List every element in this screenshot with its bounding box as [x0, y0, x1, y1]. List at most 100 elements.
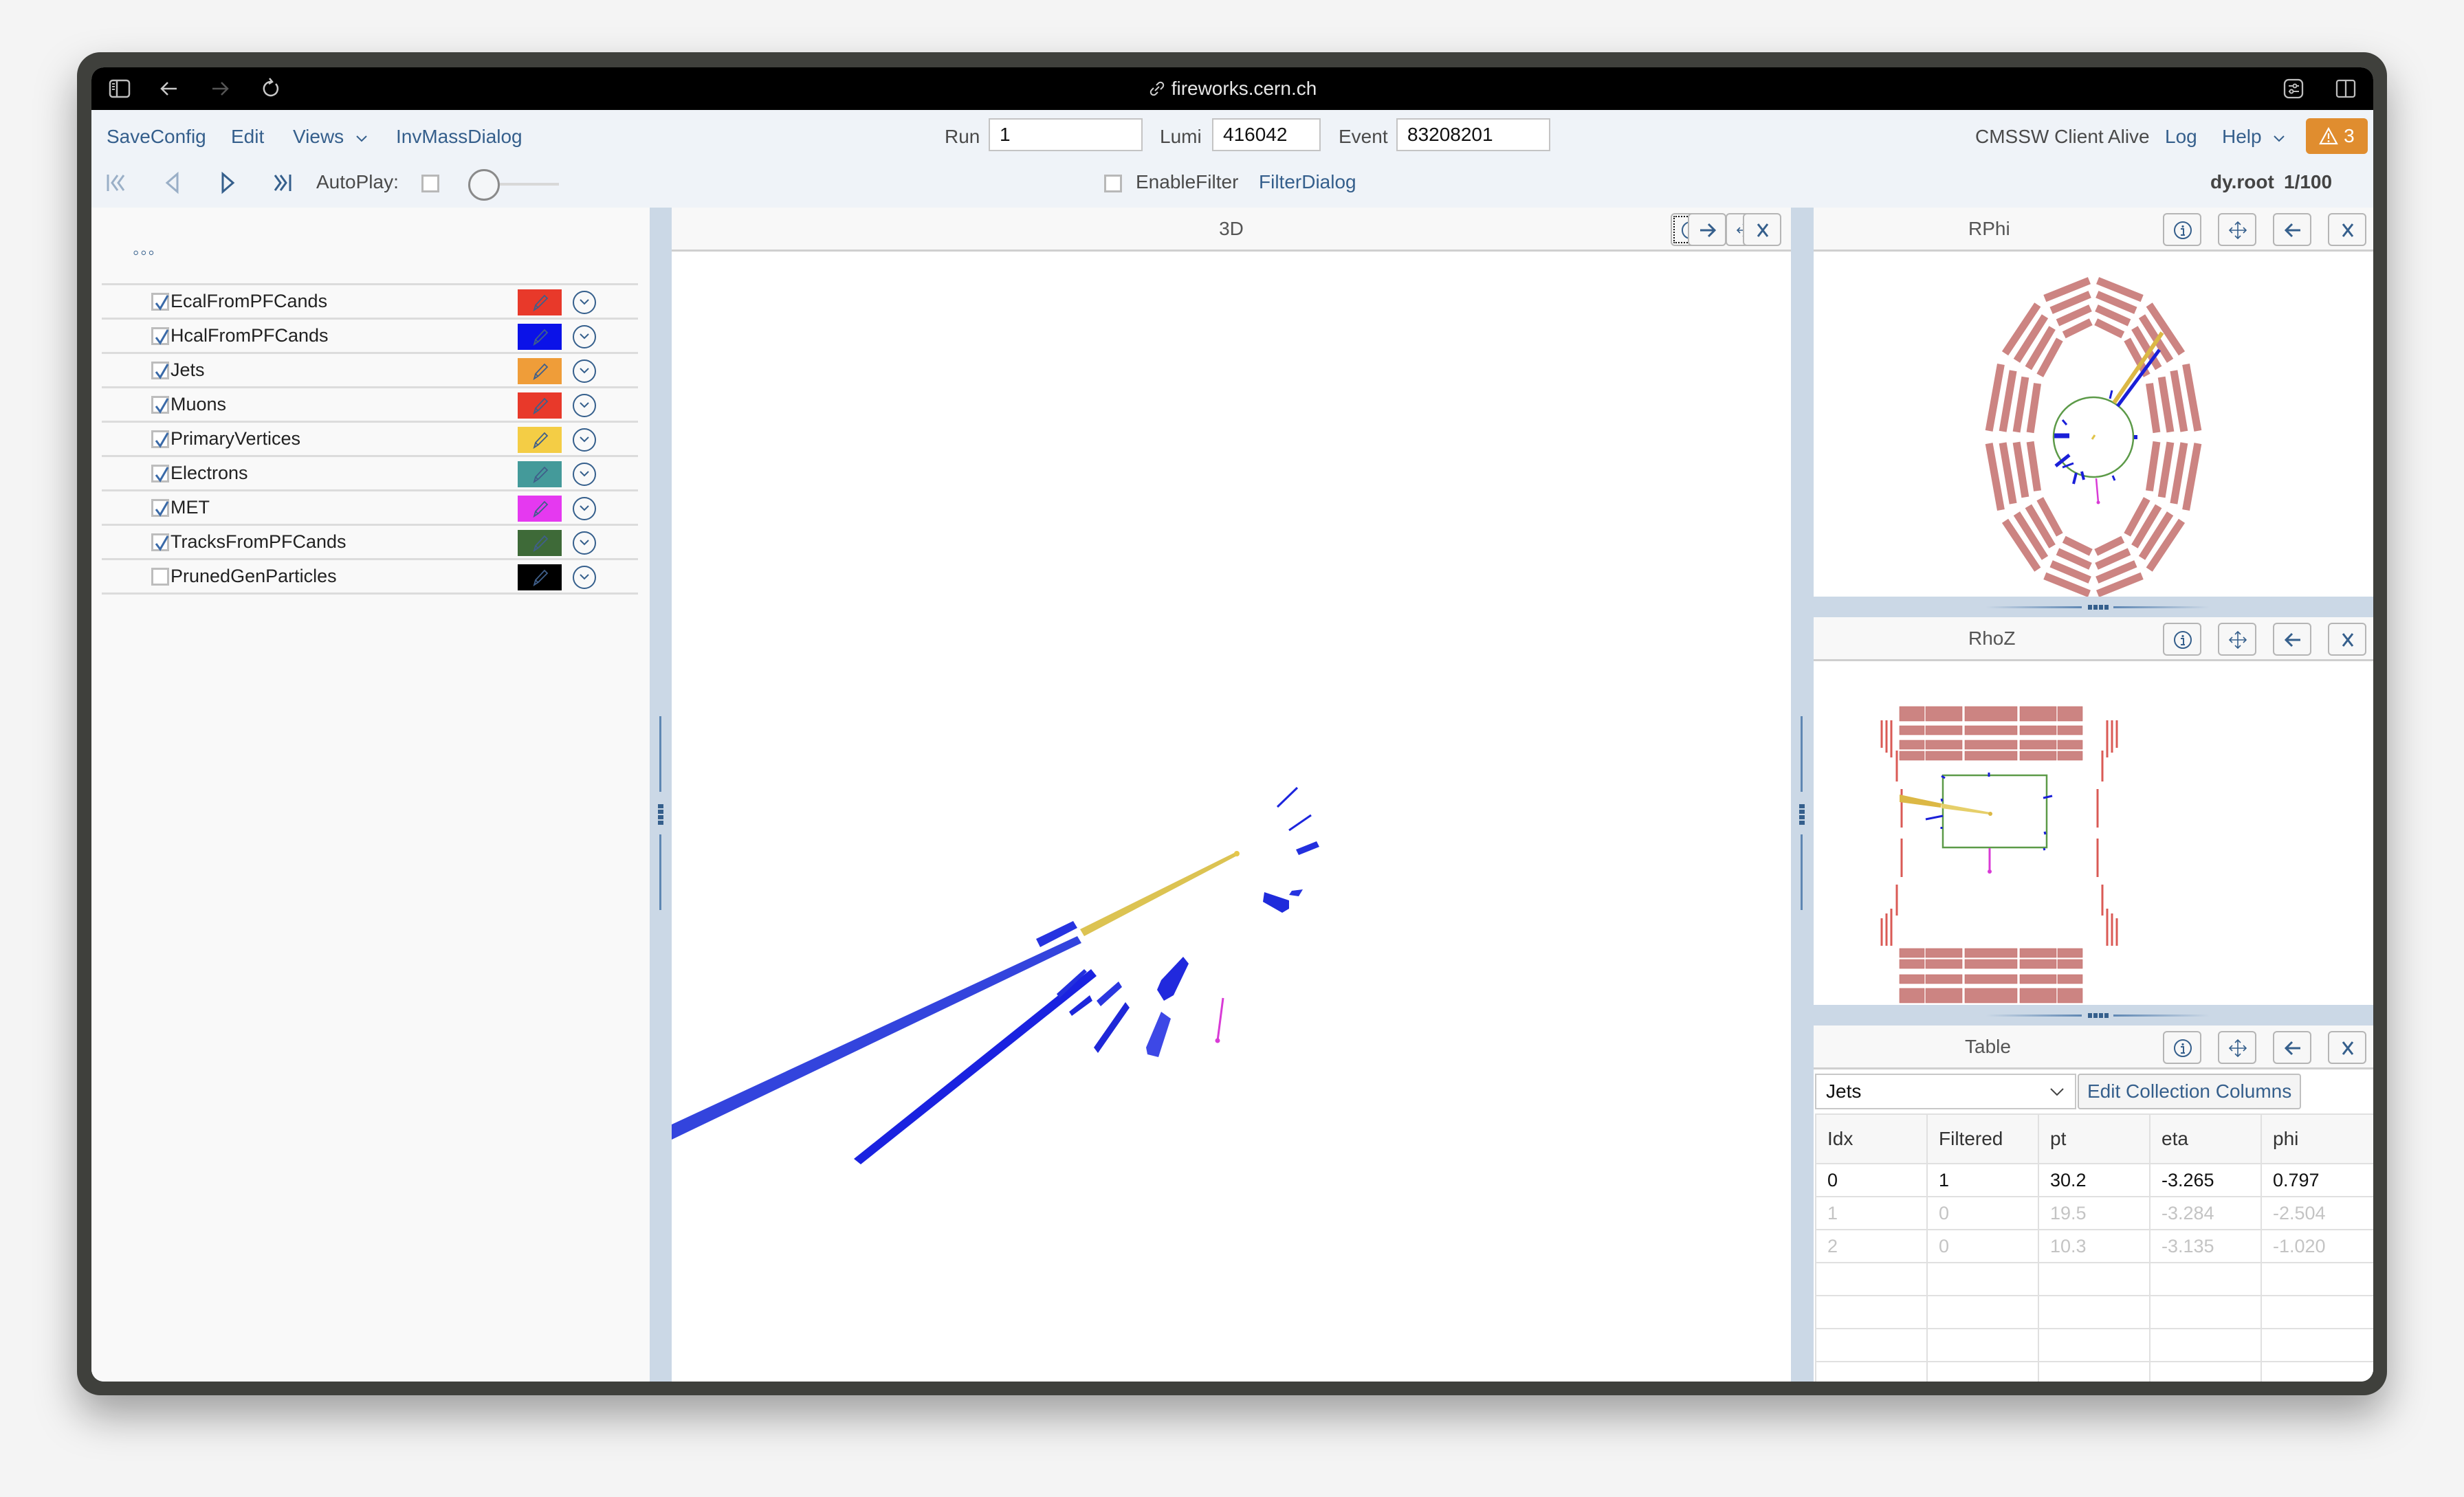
page-settings-icon[interactable]: [2282, 77, 2305, 100]
muon-chamber: [2026, 383, 2041, 434]
collection-name: Electrons: [170, 463, 248, 483]
next-event-button[interactable]: [215, 170, 240, 195]
collection-options-button[interactable]: [573, 531, 596, 555]
edit-collection-columns-button[interactable]: Edit Collection Columns: [2078, 1074, 2302, 1109]
rphi-rhoz-splitter[interactable]: [1814, 597, 2373, 617]
collection-color-button[interactable]: [518, 427, 562, 453]
client-status: CMSSW Client Alive: [1975, 126, 2150, 147]
collection-color-button[interactable]: [518, 358, 562, 384]
move-view-button[interactable]: [2218, 623, 2256, 656]
info-button[interactable]: [2163, 1031, 2201, 1064]
collection-options-button[interactable]: [573, 325, 596, 348]
splitter-line: [1986, 1014, 2082, 1017]
collection-row: Jets: [102, 352, 638, 386]
column-header[interactable]: eta: [2149, 1113, 2262, 1164]
muon-chamber: [1925, 988, 1963, 1003]
swap-view-button[interactable]: [2273, 1031, 2311, 1064]
collection-color-button[interactable]: [518, 461, 562, 487]
event-input[interactable]: [1396, 118, 1550, 151]
first-event-button[interactable]: [104, 170, 129, 195]
collection-color-button[interactable]: [518, 530, 562, 556]
table-row[interactable]: 0 1 30.2 -3.265 0.797: [1815, 1163, 2373, 1197]
collection-color-button[interactable]: [518, 289, 562, 315]
collection-visibility-checkbox[interactable]: [151, 499, 169, 517]
collection-select[interactable]: Jets: [1815, 1074, 2076, 1109]
collection-options-button[interactable]: [573, 463, 596, 486]
save-config-menu[interactable]: SaveConfig: [107, 124, 206, 150]
autoplay-speed-slider[interactable]: [468, 169, 500, 201]
collection-options-button[interactable]: [573, 428, 596, 452]
column-header[interactable]: Filtered: [1926, 1113, 2039, 1164]
close-view-button[interactable]: [2328, 1031, 2366, 1064]
column-header[interactable]: Idx: [1815, 1113, 1928, 1164]
split-view-icon[interactable]: [2334, 77, 2357, 100]
tracker-boundary: [1942, 774, 2048, 849]
info-button[interactable]: [2163, 213, 2201, 246]
autoplay-checkbox[interactable]: [421, 175, 439, 192]
move-view-button[interactable]: [2218, 213, 2256, 246]
collection-visibility-checkbox[interactable]: [151, 293, 169, 311]
collection-visibility-checkbox[interactable]: [151, 327, 169, 345]
pencil-icon: [533, 397, 549, 415]
autoplay-label: AutoPlay:: [316, 171, 399, 192]
close-view-button[interactable]: [1743, 213, 1781, 246]
met-endpoint: [2096, 500, 2100, 504]
hcal-tower: [1157, 957, 1189, 1001]
close-view-button[interactable]: [2328, 213, 2366, 246]
move-view-button[interactable]: [2218, 1031, 2256, 1064]
last-event-button[interactable]: [270, 170, 295, 195]
previous-event-button[interactable]: [160, 170, 185, 195]
address-bar[interactable]: fireworks.cern.ch: [91, 77, 2373, 100]
swap-view-button[interactable]: [2273, 623, 2311, 656]
column-header[interactable]: phi: [2260, 1113, 2373, 1164]
collection-visibility-checkbox[interactable]: [151, 568, 169, 586]
run-input[interactable]: [989, 118, 1143, 151]
collection-visibility-checkbox[interactable]: [151, 533, 169, 551]
swap-view-button[interactable]: [2273, 213, 2311, 246]
collection-visibility-checkbox[interactable]: [151, 396, 169, 414]
lumi-input[interactable]: [1212, 118, 1321, 151]
view-rhoz-canvas[interactable]: [1814, 661, 2373, 1005]
info-icon: [2174, 1039, 2192, 1057]
column-header[interactable]: pt: [2038, 1113, 2150, 1164]
log-link[interactable]: Log: [2165, 124, 2197, 150]
close-view-button[interactable]: [2328, 623, 2366, 656]
collection-color-button[interactable]: [518, 564, 562, 590]
rhoz-table-splitter[interactable]: [1814, 1005, 2373, 1025]
collection-options-button[interactable]: [573, 359, 596, 383]
table-row[interactable]: 2 0 10.3 -3.135 -1.020: [1815, 1229, 2373, 1263]
table-row[interactable]: 1 0 19.5 -3.284 -2.504: [1815, 1196, 2373, 1230]
muon-chamber: [2062, 318, 2093, 339]
help-menu[interactable]: Help: [2222, 124, 2286, 150]
collection-options-button[interactable]: [573, 497, 596, 520]
inv-mass-dialog-menu[interactable]: InvMassDialog: [396, 124, 522, 150]
view-rphi-canvas[interactable]: [1814, 252, 2373, 597]
more-options-button[interactable]: ◦◦◦: [133, 242, 156, 263]
warnings-button[interactable]: 3: [2306, 118, 2368, 154]
collection-options-button[interactable]: [573, 394, 596, 417]
edit-menu[interactable]: Edit: [231, 124, 264, 150]
enable-filter-checkbox[interactable]: [1104, 175, 1122, 192]
chevron-down-icon: [580, 540, 589, 546]
views-menu[interactable]: Views: [293, 124, 368, 150]
filter-dialog-link[interactable]: FilterDialog: [1259, 169, 1356, 195]
collection-name: PrunedGenParticles: [170, 566, 337, 586]
info-button[interactable]: [2163, 623, 2201, 656]
splitter-line: [659, 716, 661, 792]
collection-row: EcalFromPFCands: [102, 283, 638, 318]
collection-visibility-checkbox[interactable]: [151, 465, 169, 483]
collection-visibility-checkbox[interactable]: [151, 362, 169, 379]
collection-options-button[interactable]: [573, 566, 596, 589]
views-splitter[interactable]: [1791, 208, 1813, 1382]
swap-view-button[interactable]: [1688, 213, 1726, 246]
collection-visibility-checkbox[interactable]: [151, 430, 169, 448]
muon-chamber: [2019, 948, 2057, 958]
collection-color-button[interactable]: [518, 392, 562, 419]
table-cell: 1: [1815, 1196, 1928, 1230]
collection-color-button[interactable]: [518, 324, 562, 350]
sidebar-splitter[interactable]: [650, 208, 672, 1382]
collection-color-button[interactable]: [518, 496, 562, 522]
view-3d-canvas[interactable]: [672, 252, 1791, 1382]
collection-options-button[interactable]: [573, 291, 596, 314]
hcal-tower: [2043, 847, 2046, 851]
